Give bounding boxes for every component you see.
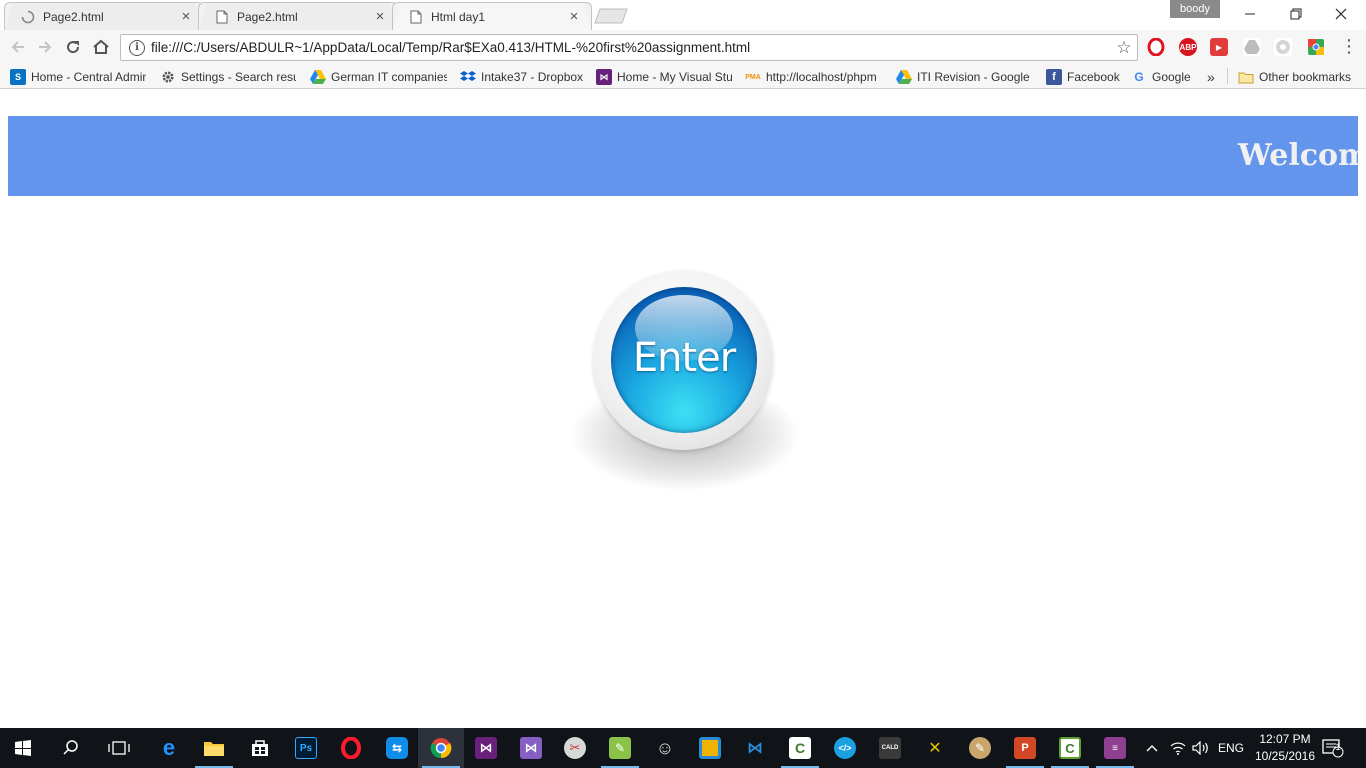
store-icon[interactable] [237,728,283,768]
wifi-icon[interactable] [1170,728,1186,768]
bookmarks-separator [1227,68,1228,84]
adblock-plus-icon[interactable]: ABP [1179,38,1197,56]
opera-icon[interactable] [1147,38,1165,56]
task-view-icon[interactable] [96,728,142,768]
system-clock[interactable]: 12:07 PM 10/25/2016 [1250,731,1320,765]
bookmark-item[interactable]: PMA http://localhost/phpm [745,67,883,87]
app-icon[interactable] [687,728,733,768]
tab-strip: Page2.html × Page2.html × Html day1 × bo… [0,0,1366,30]
youtube-extension-icon[interactable]: ▶ [1210,38,1228,56]
google-drive-icon [310,69,326,85]
page-content: Welcome Enter [0,90,1366,728]
sharepoint-icon: S [10,69,26,85]
file-explorer-icon[interactable] [191,728,237,768]
bookmark-item[interactable]: f Facebook [1046,67,1122,87]
clock-date: 10/25/2016 [1254,749,1316,763]
chrome-extension-icon[interactable] [1307,38,1325,56]
action-center-icon[interactable]: 1 [1322,728,1344,768]
notepad-plus-icon[interactable]: ✎ [597,728,643,768]
notification-count: 1 [1335,742,1341,752]
page-icon [409,10,423,24]
browser-tab[interactable]: Page2.html × [4,2,204,30]
enter-button-label: Enter [632,335,736,381]
dropbox-icon [460,69,476,85]
visual-studio-icon-2[interactable]: ⋈ [508,728,554,768]
clock-time: 12:07 PM [1259,732,1311,746]
bookmark-item[interactable]: G Google [1131,67,1195,87]
volume-icon[interactable] [1192,728,1210,768]
bookmark-item[interactable]: German IT companies [310,67,447,87]
bookmarks-overflow-button[interactable]: » [1207,67,1221,87]
tools-icon[interactable]: ✕ [912,728,958,768]
close-icon[interactable]: × [179,8,193,25]
vscode-icon[interactable]: ⋈ [732,728,778,768]
drive-extension-icon[interactable] [1243,38,1261,56]
close-icon[interactable]: × [373,8,387,25]
bookmark-item[interactable]: Settings - Search resu [160,67,296,87]
windows-start-icon[interactable] [0,728,46,768]
bookmarks-bar: S Home - Central Admin Settings - Search… [0,64,1366,89]
enter-button[interactable]: Enter [611,287,757,433]
gear-icon [160,69,176,85]
star-icon[interactable]: ☆ [1111,38,1137,58]
marquee-text: Welcome [1238,138,1358,173]
address-bar[interactable]: i file:///C:/Users/ABDULR~1/AppData/Loca… [120,34,1138,61]
photoshop-icon[interactable]: Ps [283,728,329,768]
profile-button[interactable]: boody [1170,0,1220,18]
edge-icon[interactable]: e [146,728,192,768]
phpmyadmin-icon: PMA [745,73,761,81]
winrar-icon[interactable]: ≡ [1092,728,1138,768]
visual-studio-icon: ⋈ [596,69,612,85]
paint-icon[interactable]: ✎ [957,728,1003,768]
home-icon[interactable] [88,34,114,60]
restore-icon[interactable] [1273,0,1319,28]
snipping-icon[interactable]: ✂ [552,728,598,768]
opera-icon[interactable] [328,728,374,768]
language-indicator[interactable]: ENG [1218,728,1244,768]
calibre-icon[interactable]: CALD [867,728,913,768]
camtasia-icon-2[interactable]: C [1047,728,1093,768]
teamviewer-icon[interactable]: ⇆ [374,728,420,768]
bookmark-item[interactable]: ⋈ Home - My Visual Stu [596,67,732,87]
enter-image-link[interactable]: Enter [560,260,810,500]
info-icon[interactable]: i [129,39,145,56]
reload-icon[interactable] [60,34,86,60]
chrome-icon[interactable] [418,728,464,768]
minimize-icon[interactable] [1227,0,1273,28]
camtasia-icon[interactable]: C [777,728,823,768]
bookmark-item[interactable]: S Home - Central Admin [10,67,146,87]
welcome-banner: Welcome [8,116,1358,196]
visual-studio-icon[interactable]: ⋈ [463,728,509,768]
browser-tab[interactable]: Page2.html × [198,2,398,30]
google-drive-icon [896,69,912,85]
page-icon [215,10,229,24]
smiley-icon[interactable]: ☺ [642,728,688,768]
tab-title: Page2.html [237,10,298,24]
back-icon[interactable] [5,34,31,60]
close-icon[interactable]: × [567,8,581,25]
browser-tab-active[interactable]: Html day1 × [392,2,592,30]
browser-toolbar: i file:///C:/Users/ABDULR~1/AppData/Loca… [0,30,1366,64]
url-text[interactable]: file:///C:/Users/ABDULR~1/AppData/Local/… [151,40,1111,55]
google-icon: G [1134,70,1144,84]
bookmark-item[interactable]: Intake37 - Dropbox [460,67,586,87]
folder-icon [1238,69,1254,85]
forward-icon[interactable] [32,34,58,60]
show-hidden-icons[interactable] [1145,728,1159,768]
new-tab-button[interactable] [594,8,628,24]
loading-spinner-icon [21,10,35,24]
tab-title: Page2.html [43,10,104,24]
taskbar: e Ps ⇆ ⋈ ⋈ ✂ ✎ ☺ ⋈ C </> CALD ✕ ✎ P C ≡ … [0,728,1366,768]
menu-icon[interactable]: ⋮ [1340,37,1358,56]
close-window-icon[interactable] [1318,0,1364,28]
other-bookmarks[interactable]: Other bookmarks [1238,67,1360,87]
search-icon[interactable] [48,728,94,768]
ext-gray-icon[interactable] [1274,38,1292,56]
powerpoint-icon[interactable]: P [1002,728,1048,768]
tab-title: Html day1 [431,10,486,24]
brackets-icon[interactable]: </> [822,728,868,768]
facebook-icon: f [1046,69,1062,85]
bookmark-item[interactable]: ITI Revision - Google [896,67,1032,87]
